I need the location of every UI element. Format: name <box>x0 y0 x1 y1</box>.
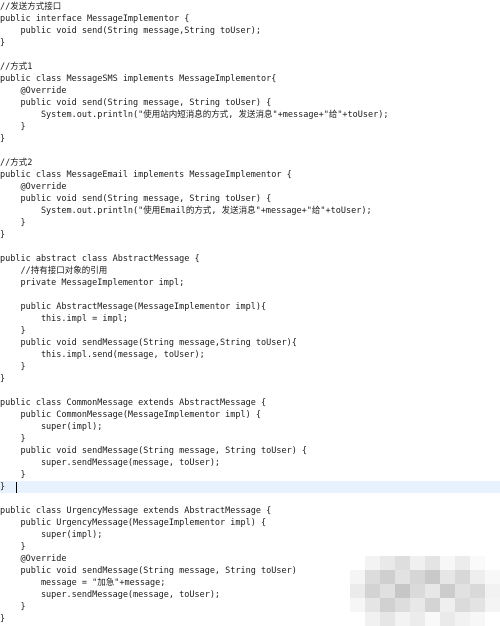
code-line[interactable]: public void sendMessage(String message, … <box>0 445 500 457</box>
code-line[interactable]: public void send(String message, String … <box>0 193 500 205</box>
code-line[interactable]: } <box>0 433 500 445</box>
code-line[interactable]: } <box>0 133 500 145</box>
code-line[interactable]: //持有接口对象的引用 <box>0 265 500 277</box>
code-line[interactable]: public void send(String message, String … <box>0 97 500 109</box>
code-line[interactable]: super(impl); <box>0 529 500 541</box>
code-line[interactable]: public UrgencyMessage(MessageImplementor… <box>0 517 500 529</box>
code-line[interactable]: @Override <box>0 181 500 193</box>
code-line[interactable]: } <box>0 229 500 241</box>
code-line[interactable]: public void sendMessage(String message,S… <box>0 337 500 349</box>
code-line[interactable]: public AbstractMessage(MessageImplemento… <box>0 301 500 313</box>
code-line[interactable]: public class UrgencyMessage extends Abst… <box>0 505 500 517</box>
code-line[interactable] <box>0 289 500 301</box>
code-line[interactable]: public void send(String message,String t… <box>0 25 500 37</box>
code-line[interactable]: } <box>0 469 500 481</box>
code-line-current[interactable]: } <box>0 481 500 493</box>
code-line[interactable] <box>0 493 500 505</box>
code-line[interactable]: } <box>0 217 500 229</box>
code-line[interactable] <box>0 49 500 61</box>
code-line[interactable]: } <box>0 541 500 553</box>
pixelated-watermark <box>350 556 500 626</box>
code-line[interactable]: @Override <box>0 85 500 97</box>
text-cursor <box>16 482 17 493</box>
code-line[interactable]: //方式2 <box>0 157 500 169</box>
code-line[interactable]: } <box>0 325 500 337</box>
code-line[interactable]: this.impl = impl; <box>0 313 500 325</box>
code-line[interactable]: this.impl.send(message, toUser); <box>0 349 500 361</box>
code-line[interactable]: public class MessageEmail implements Mes… <box>0 169 500 181</box>
code-line[interactable]: public abstract class AbstractMessage { <box>0 253 500 265</box>
code-line[interactable]: System.out.println("使用Email的方式, 发送消息"+me… <box>0 205 500 217</box>
code-line[interactable]: System.out.println("使用站内短消息的方式, 发送消息"+me… <box>0 109 500 121</box>
code-line[interactable]: } <box>0 361 500 373</box>
code-line[interactable] <box>0 385 500 397</box>
code-line[interactable]: public class CommonMessage extends Abstr… <box>0 397 500 409</box>
code-line[interactable]: public class MessageSMS implements Messa… <box>0 73 500 85</box>
code-line[interactable]: public CommonMessage(MessageImplementor … <box>0 409 500 421</box>
code-line[interactable]: //方式1 <box>0 61 500 73</box>
code-line[interactable] <box>0 145 500 157</box>
code-line[interactable]: private MessageImplementor impl; <box>0 277 500 289</box>
code-line[interactable]: super.sendMessage(message, toUser); <box>0 457 500 469</box>
code-line[interactable]: } <box>0 37 500 49</box>
code-editor[interactable]: //发送方式接口 public interface MessageImplemen… <box>0 0 500 626</box>
code-line[interactable]: //发送方式接口 <box>0 1 500 13</box>
code-line[interactable]: public interface MessageImplementor { <box>0 13 500 25</box>
code-line[interactable]: } <box>0 121 500 133</box>
code-line[interactable] <box>0 241 500 253</box>
code-line[interactable]: super(impl); <box>0 421 500 433</box>
code-line[interactable]: } <box>0 373 500 385</box>
